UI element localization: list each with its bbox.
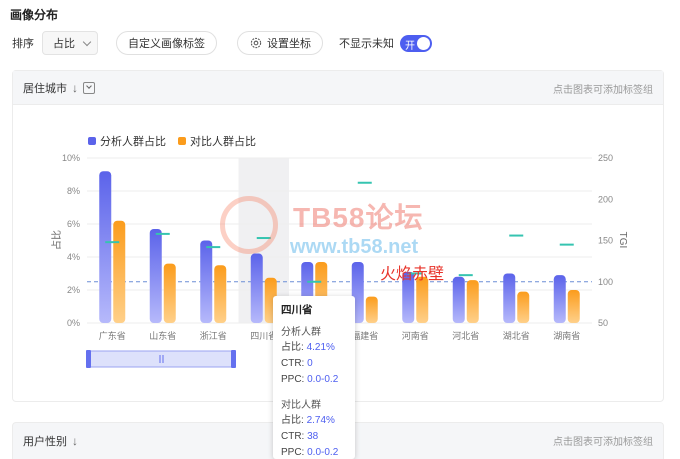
- x-tick-label: 湖北省: [503, 330, 530, 341]
- tooltip-group1-name: 分析人群: [281, 327, 321, 338]
- bar-series2[interactable]: [214, 265, 227, 323]
- y-left-tick: 4%: [67, 252, 80, 262]
- y-left-tick: 0%: [67, 318, 80, 328]
- legend-swatch: [88, 137, 96, 145]
- bar-series2[interactable]: [163, 263, 176, 323]
- x-tick-label: 湖南省: [553, 330, 580, 341]
- bar-series2[interactable]: [466, 280, 479, 323]
- x-tick-label: 浙江省: [200, 330, 227, 341]
- y-left-label: 占比: [50, 230, 63, 250]
- tooltip-group2-name: 对比人群: [281, 400, 321, 411]
- tooltip-share-value: 4.21%: [306, 342, 335, 353]
- watermark-author: 火焰赤壁: [380, 266, 445, 283]
- y-right-label: TGI: [617, 232, 628, 249]
- tooltip-ctr-value: 0: [307, 358, 313, 369]
- y-left-tick: 2%: [67, 285, 80, 295]
- x-tick-label: 福建省: [351, 330, 378, 341]
- y-left-tick: 6%: [67, 219, 80, 229]
- y-left-tick: 8%: [67, 186, 80, 196]
- bar-series1[interactable]: [99, 171, 112, 323]
- bar-series1[interactable]: [503, 273, 516, 324]
- tooltip-title: 四川省: [281, 304, 313, 316]
- bar-series2[interactable]: [365, 296, 378, 323]
- legend-swatch: [178, 137, 186, 145]
- tooltip-ppc-value: 0.0-0.2: [307, 374, 339, 385]
- chart-tooltip: 四川省 分析人群 占比: 4.21% CTR: 0 PPC: 0.0-0.2 对…: [273, 296, 355, 459]
- tooltip-ctr-label: CTR:: [281, 358, 305, 369]
- x-tick-label: 山东省: [149, 330, 176, 341]
- bar-series1[interactable]: [149, 228, 162, 323]
- legend-label: 对比人群占比: [190, 134, 256, 148]
- tooltip-ppc-label: PPC:: [281, 447, 305, 458]
- tooltip-share-label: 占比:: [281, 415, 304, 426]
- y-right-tick: 100: [598, 277, 613, 287]
- bar-series2[interactable]: [113, 220, 126, 323]
- bar-series1[interactable]: [200, 240, 213, 324]
- y-right-tick: 250: [598, 153, 613, 163]
- y-right-tick: 50: [598, 318, 608, 328]
- watermark-brand: TB58论坛: [293, 202, 424, 233]
- legend-label: 分析人群占比: [100, 134, 166, 148]
- x-tick-label: 河北省: [452, 330, 479, 341]
- y-left-tick: 10%: [62, 153, 80, 163]
- tooltip-ppc-label: PPC:: [281, 374, 305, 385]
- y-right-tick: 200: [598, 194, 613, 204]
- bar-series1[interactable]: [250, 253, 263, 323]
- bar-series1[interactable]: [452, 276, 465, 323]
- bar-series1[interactable]: [553, 275, 566, 323]
- tooltip-ctr-value: 38: [307, 431, 319, 442]
- y-right-tick: 150: [598, 236, 613, 246]
- bar-series2[interactable]: [567, 290, 580, 323]
- zoom-slider-range: [87, 350, 235, 368]
- watermark-logo-icon: [220, 196, 278, 254]
- watermark-url: www.tb58.net: [290, 236, 419, 258]
- tooltip-ppc-value: 0.0-0.2: [307, 447, 339, 458]
- zoom-handle-right: [231, 350, 236, 368]
- zoom-handle-left: [86, 350, 91, 368]
- tooltip-ctr-label: CTR:: [281, 431, 305, 442]
- x-tick-label: 广东省: [99, 330, 126, 341]
- tooltip-share-label: 占比:: [281, 342, 304, 353]
- bar-series2[interactable]: [517, 291, 530, 323]
- tooltip-share-value: 2.74%: [306, 415, 335, 426]
- x-tick-label: 河南省: [402, 330, 429, 341]
